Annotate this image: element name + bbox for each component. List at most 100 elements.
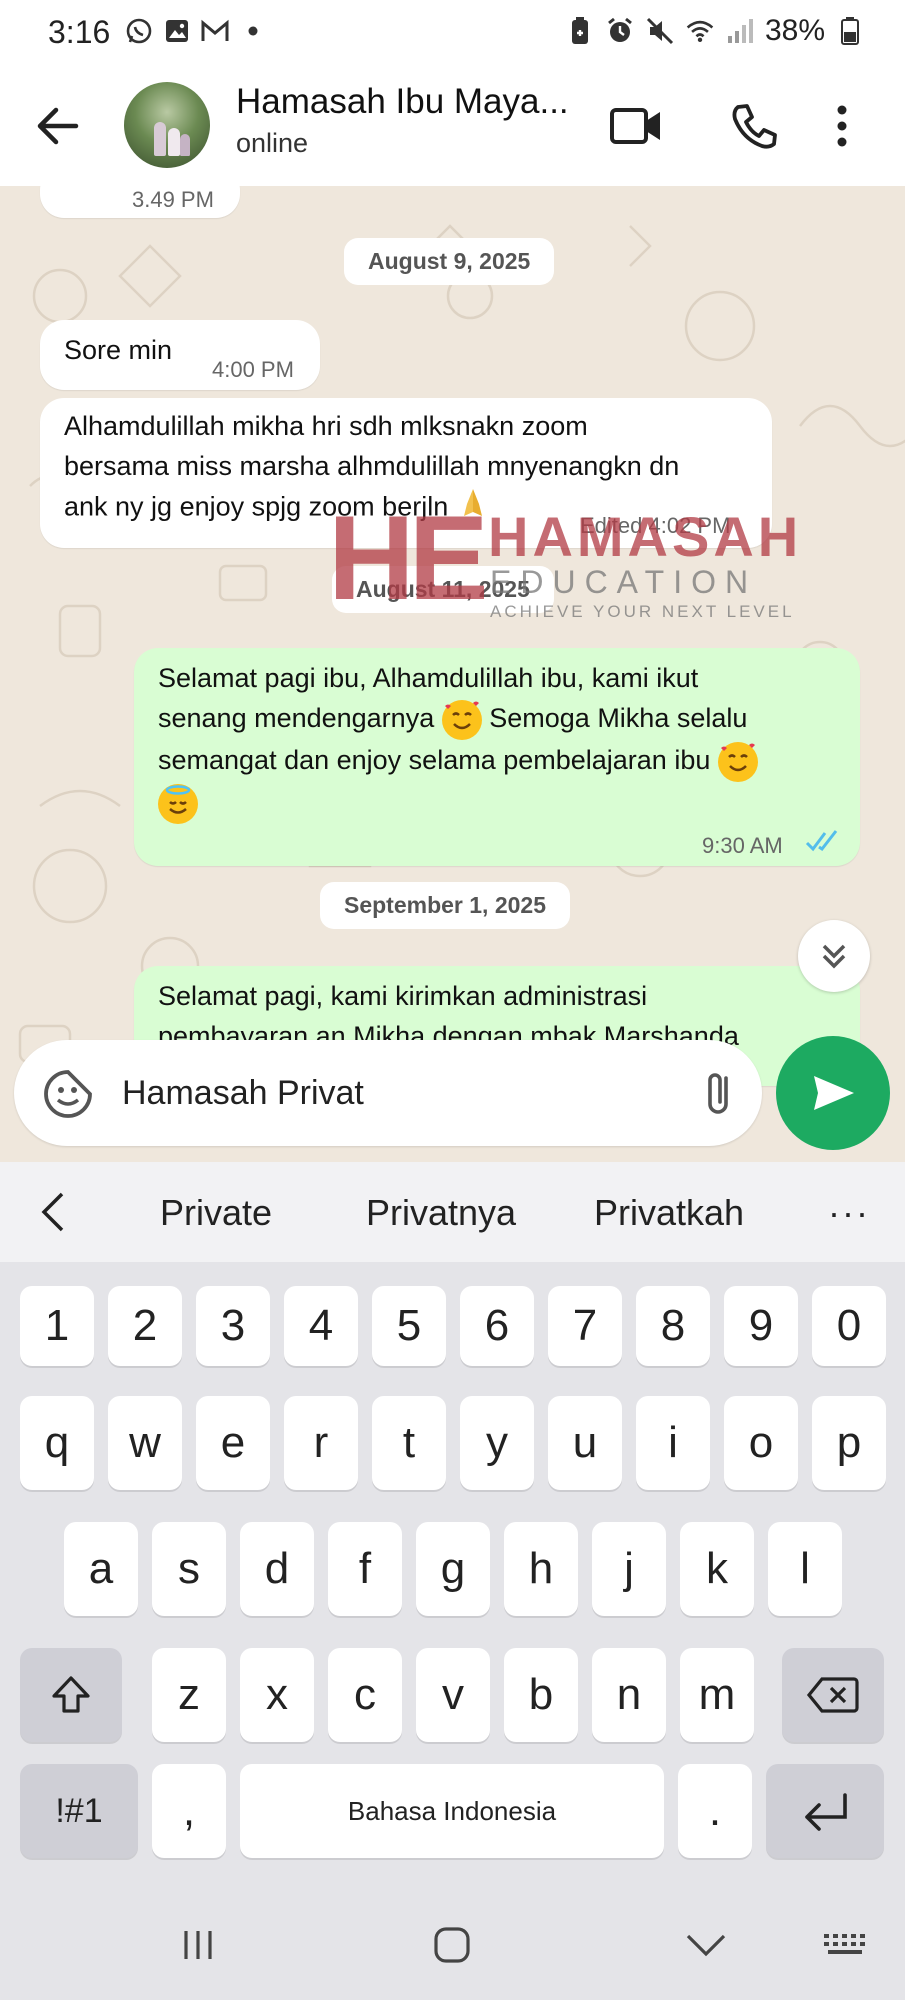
letter-key-r[interactable]: r [284,1396,358,1490]
whatsapp-icon [124,16,154,46]
comma-key[interactable]: , [152,1764,226,1858]
backspace-icon [806,1677,859,1713]
chat-area[interactable]: 3.49 PM August 9, 2025 Sore min 4:00 PM … [0,186,905,1162]
letter-key-v[interactable]: v [416,1648,490,1742]
video-camera-icon [610,108,660,144]
letter-key-x[interactable]: x [240,1648,314,1742]
message-input[interactable] [122,1040,682,1146]
hide-keyboard-button[interactable] [676,1920,736,1970]
home-icon [434,1927,470,1963]
watermark-tagline: ACHIEVE YOUR NEXT LEVEL [490,602,795,621]
recent-apps-icon [184,1931,212,1959]
video-call-button[interactable] [606,96,666,156]
period-key[interactable]: . [678,1764,752,1858]
message-text-line: semangat dan enjoy selama pembelajaran i… [158,744,711,775]
chevron-down-icon [686,1934,726,1957]
suggestion-back-button[interactable] [36,1190,72,1234]
send-button[interactable] [776,1036,890,1150]
suggestion-2[interactable]: Privatnya [366,1192,516,1234]
letter-key-n[interactable]: n [592,1648,666,1742]
keyboard: !#1 , Bahasa Indonesia . 1234567890 qwert… [0,1262,905,1890]
message-bubble-outgoing[interactable]: Selamat pagi ibu, Alhamdulillah ibu, kam… [134,648,860,866]
letter-key-k[interactable]: k [680,1522,754,1616]
message-text-line: Semoga Mikha selalu [489,703,748,733]
recent-apps-button[interactable] [168,1920,228,1970]
letter-key-w[interactable]: w [108,1396,182,1490]
navigation-bar [0,1890,905,2000]
letter-key-b[interactable]: b [504,1648,578,1742]
shift-key[interactable] [20,1648,122,1742]
arrow-left-icon [37,107,79,145]
space-key[interactable]: Bahasa Indonesia [240,1764,664,1858]
message-text-line: bersama miss marsha alhmdulillah mnyenan… [64,451,680,481]
hamasah-watermark-logo: HE HAMASAH EDUCATION ACHIEVE YOUR NEXT L… [328,498,828,628]
chat-header: Hamasah Ibu Maya... online [0,66,905,186]
status-time: 3:16 [48,14,111,50]
contact-name[interactable]: Hamasah Ibu Maya... [236,82,569,122]
letter-key-l[interactable]: l [768,1522,842,1616]
letter-key-y[interactable]: y [460,1396,534,1490]
letter-key-z[interactable]: z [152,1648,226,1742]
letter-key-c[interactable]: c [328,1648,402,1742]
voice-call-button[interactable] [724,96,784,156]
status-bar: 3:16 38% [0,0,905,66]
attach-button[interactable] [692,1066,746,1120]
avatar[interactable] [124,82,210,168]
suggestion-1[interactable]: Private [160,1192,272,1234]
message-time: 9:30 AM [702,833,783,858]
suggestion-3[interactable]: Privatkah [594,1192,744,1234]
sticker-button[interactable] [42,1068,94,1120]
number-key-8[interactable]: 8 [636,1286,710,1366]
letter-key-o[interactable]: o [724,1396,798,1490]
more-options-button[interactable] [822,96,862,156]
message-text-line: Selamat pagi, kami kirimkan administrasi [158,981,648,1011]
contact-status: online [236,128,309,158]
number-key-3[interactable]: 3 [196,1286,270,1366]
message-composer [14,1040,762,1146]
letter-key-j[interactable]: j [592,1522,666,1616]
letter-key-s[interactable]: s [152,1522,226,1616]
number-key-1[interactable]: 1 [20,1286,94,1366]
letter-key-e[interactable]: e [196,1396,270,1490]
letter-key-g[interactable]: g [416,1522,490,1616]
letter-key-t[interactable]: t [372,1396,446,1490]
paperclip-icon [708,1073,728,1114]
scroll-to-bottom-button[interactable] [798,920,870,992]
letter-key-h[interactable]: h [504,1522,578,1616]
letter-key-a[interactable]: a [64,1522,138,1616]
read-receipt-icon [804,826,844,866]
message-time: 4:00 PM [212,357,294,382]
letter-key-m[interactable]: m [680,1648,754,1742]
letter-key-f[interactable]: f [328,1522,402,1616]
number-key-5[interactable]: 5 [372,1286,446,1366]
number-key-7[interactable]: 7 [548,1286,622,1366]
letter-key-i[interactable]: i [636,1396,710,1490]
enter-key[interactable] [766,1764,884,1858]
letter-key-d[interactable]: d [240,1522,314,1616]
number-key-9[interactable]: 9 [724,1286,798,1366]
enter-arrow-icon [805,1793,847,1831]
number-key-6[interactable]: 6 [460,1286,534,1366]
keyboard-icon [824,1934,865,1954]
symbols-key[interactable]: !#1 [20,1764,138,1858]
number-key-4[interactable]: 4 [284,1286,358,1366]
backspace-key[interactable] [782,1648,884,1742]
keyboard-switch-button[interactable] [816,1920,876,1970]
number-key-2[interactable]: 2 [108,1286,182,1366]
letter-key-p[interactable]: p [812,1396,886,1490]
letter-key-u[interactable]: u [548,1396,622,1490]
message-bubble-incoming[interactable]: Sore min 4:00 PM [40,320,320,390]
home-button[interactable] [422,1920,482,1970]
smiling-face-with-hearts-emoji-icon [717,741,758,782]
message-bubble-incoming[interactable]: 3.49 PM [40,186,240,218]
suggestion-more-button[interactable]: ··· [828,1192,870,1234]
back-button[interactable] [30,96,86,156]
more-vertical-icon [837,105,847,147]
sticker-icon [44,1070,92,1118]
watermark-mark: HE [328,491,489,625]
date-separator: August 9, 2025 [344,238,555,285]
letter-key-q[interactable]: q [20,1396,94,1490]
number-key-0[interactable]: 0 [812,1286,886,1366]
signal-icon [725,16,755,46]
wifi-icon [685,16,715,46]
